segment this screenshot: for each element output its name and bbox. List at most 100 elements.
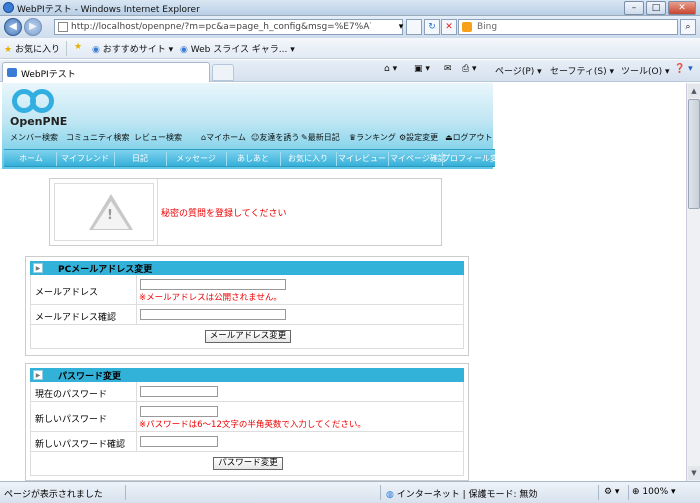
nav-home[interactable]: ホーム (8, 153, 54, 164)
nav-separator (388, 152, 389, 166)
page-menu[interactable]: ページ(P) ▾ (495, 64, 542, 77)
home-button[interactable]: ⌂ ▾ (384, 64, 397, 74)
separator (66, 41, 67, 56)
favorites-item-suggested[interactable]: ◉ おすすめサイト ▾ (92, 42, 173, 55)
row-divider (136, 275, 137, 305)
current-password-row: 現在のパスワード (30, 382, 464, 402)
status-tools-icon[interactable]: ⚙ ▾ (604, 487, 619, 497)
safety-menu[interactable]: セーフティ(S) ▾ (550, 64, 614, 77)
compat-view-icon[interactable] (406, 19, 422, 35)
refresh-button[interactable]: ↻ (424, 19, 440, 35)
add-favorite-icon[interactable]: ★ (74, 42, 82, 52)
email-input[interactable] (140, 279, 286, 290)
security-zone[interactable]: ◍ インターネット | 保護モード: 無効 (386, 487, 537, 500)
nav-myreview[interactable]: マイレビュー (338, 153, 386, 164)
close-window-button[interactable]: ✕ (668, 1, 696, 15)
nav-myfriend[interactable]: マイフレンド (58, 153, 112, 164)
nav-mypage-check[interactable]: マイページ確認 (390, 153, 446, 164)
current-password-input[interactable] (140, 386, 218, 397)
latest-diary-label: 最新日記 (307, 133, 340, 142)
back-button[interactable]: ◀ (4, 18, 22, 36)
password-panel-title: パスワード変更 (58, 372, 122, 382)
email-row: メールアドレス ※メールアドレスは公開されません。 (30, 275, 464, 305)
new-tab-button[interactable] (212, 64, 234, 81)
nav-diary[interactable]: 日記 (116, 153, 164, 164)
favorites-button[interactable]: ★ お気に入り (4, 42, 60, 55)
zoom-menu-icon: ▾ (671, 487, 676, 497)
tools-menu[interactable]: ツール(O) ▾ (621, 64, 670, 77)
header-link-bar: メンバー検索 コミュニティ検索 レビュー検索 ⌂マイホーム ☺友達を誘う ✎最新… (4, 131, 495, 145)
email-confirm-label: メールアドレス確認 (35, 313, 117, 323)
scroll-down-icon[interactable]: ▼ (688, 466, 700, 480)
logout-link[interactable]: ⏏ログアウト (445, 132, 493, 143)
window-title: WebPIテスト - Windows Internet Explorer (17, 5, 200, 15)
nav-profile-edit[interactable]: プロフィール変更 (442, 153, 506, 164)
webslice-icon: ◉ (180, 45, 188, 55)
password-change-button[interactable]: パスワード変更 (213, 457, 283, 470)
scroll-thumb[interactable] (688, 99, 700, 209)
member-search-link[interactable]: メンバー検索 (10, 132, 58, 143)
nav-separator (226, 152, 227, 166)
minimize-button[interactable]: – (624, 1, 644, 15)
invite-friend-link[interactable]: ☺友達を誘う (251, 132, 299, 143)
password-confirm-row: 新しいパスワード確認 (30, 432, 464, 452)
status-bar: ページが表示されました ◍ インターネット | 保護モード: 無効 ⚙ ▾ ⊕ … (0, 481, 700, 503)
zoom-level[interactable]: ⊕ 100% ▾ (632, 487, 676, 497)
email-change-button[interactable]: メールアドレス変更 (205, 330, 291, 343)
row-divider (136, 432, 137, 452)
maximize-button[interactable]: □ (646, 1, 666, 15)
scroll-up-icon[interactable]: ▲ (688, 84, 700, 98)
community-search-link[interactable]: コミュニティ検索 (66, 132, 130, 143)
window-titlebar: WebPIテスト - Windows Internet Explorer – □… (0, 0, 700, 16)
password-change-panel: ▶ パスワード変更 現在のパスワード 新しいパスワード ※パスワードは6～12文… (25, 363, 469, 481)
globe-icon: ◍ (386, 490, 394, 500)
search-go-button[interactable]: ⌕ (680, 19, 696, 35)
star-icon: ★ (4, 45, 13, 55)
site-logo-text[interactable]: OpenPNE (10, 115, 67, 128)
review-search-link[interactable]: レビュー検索 (134, 132, 182, 143)
settings-link[interactable]: ⚙設定変更 (399, 132, 438, 143)
ranking-link[interactable]: ♛ランキング (349, 132, 396, 143)
email-panel-header: ▶ PCメールアドレス変更 (30, 261, 464, 275)
page-favicon-icon (58, 22, 68, 32)
new-password-input[interactable] (140, 406, 218, 417)
logout-label: ログアウト (452, 133, 493, 142)
tab-active[interactable]: WebPIテスト (2, 62, 210, 82)
mail-button[interactable]: ✉ (444, 64, 452, 74)
address-url[interactable]: http://localhost/openpne/?m=pc&a=page_h_… (71, 22, 371, 32)
security-zone-label: インターネット | 保護モード: 無効 (396, 490, 538, 500)
email-confirm-input[interactable] (140, 309, 286, 320)
status-separator (380, 485, 381, 500)
notice-message[interactable]: 秘密の質問を登録してください (161, 206, 286, 219)
nav-message[interactable]: メッセージ (168, 153, 224, 164)
nav-separator (336, 152, 337, 166)
stop-button[interactable]: ✕ (441, 19, 457, 35)
tab-page-icon (7, 68, 17, 77)
email-submit-row: メールアドレス変更 (30, 325, 464, 349)
notice-divider (157, 179, 158, 245)
new-password-label: 新しいパスワード (35, 415, 108, 425)
search-box[interactable]: Bing (458, 19, 678, 35)
row-divider (136, 305, 137, 325)
status-separator (628, 485, 629, 500)
nav-footprints[interactable]: あしあと (228, 153, 278, 164)
help-menu[interactable]: ❓ ▾ (674, 64, 693, 74)
zoom-value: 100% (642, 487, 669, 497)
forward-button[interactable]: ▶ (24, 18, 42, 36)
myhome-link[interactable]: ⌂マイホーム (201, 132, 246, 143)
nav-favorites[interactable]: お気に入り (282, 153, 334, 164)
address-bar[interactable]: http://localhost/openpne/?m=pc&a=page_h_… (54, 19, 403, 35)
print-button[interactable]: ⎙ ▾ (462, 64, 477, 74)
status-text: ページが表示されました (4, 490, 103, 500)
favorites-item-webslice[interactable]: ◉ Web スライス ギャラ... ▾ (180, 42, 295, 55)
nav-separator (166, 152, 167, 166)
nav-separator (280, 152, 281, 166)
vertical-scrollbar[interactable]: ▲ ▼ (686, 83, 700, 481)
nav-separator (56, 152, 57, 166)
feeds-button[interactable]: ▣ ▾ (414, 64, 430, 74)
latest-diary-link[interactable]: ✎最新日記 (301, 132, 340, 143)
invite-friend-label: 友達を誘う (259, 133, 300, 142)
logout-icon: ⏏ (445, 133, 453, 142)
openpne-logo-ring-icon (30, 89, 54, 113)
password-confirm-input[interactable] (140, 436, 218, 447)
